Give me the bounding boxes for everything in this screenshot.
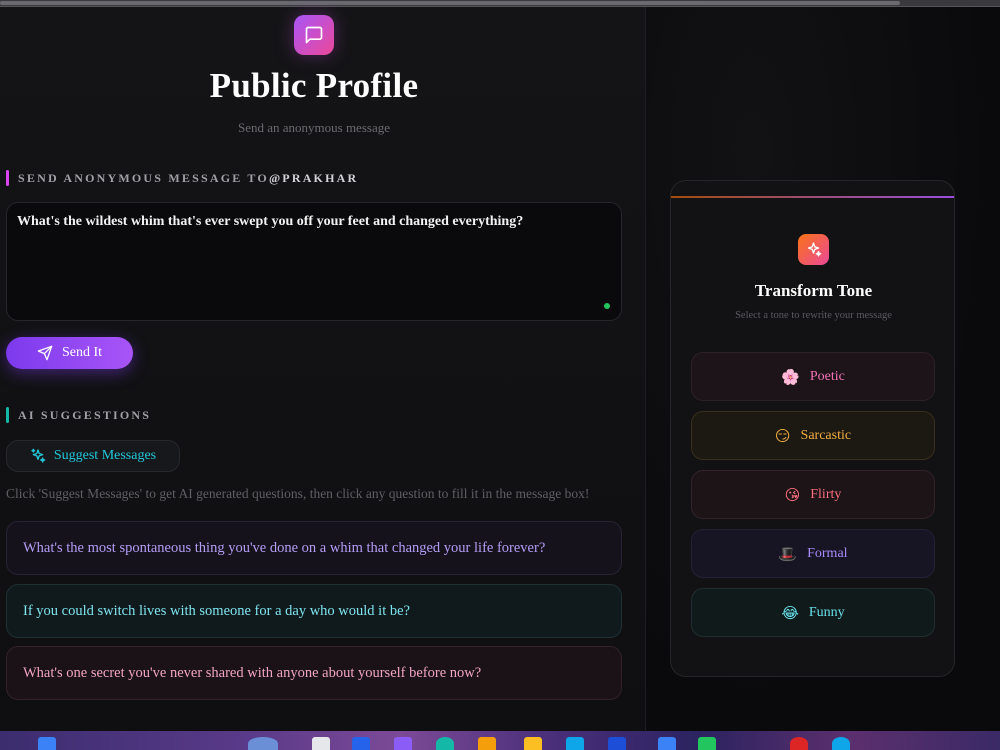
card-accent-line	[671, 196, 954, 198]
suggestion-item[interactable]: What's the most spontaneous thing you've…	[6, 521, 622, 575]
recipient-handle: @PRAKHAR	[268, 170, 359, 185]
page-title: Public Profile	[209, 66, 419, 105]
top-hat-icon: 🎩	[778, 544, 798, 563]
ai-suggestions-label: AI SUGGESTIONS	[6, 407, 151, 423]
smirk-icon: 😏	[774, 426, 791, 445]
taskbar-app-icon[interactable]	[436, 737, 454, 750]
laughing-face-icon: 😂	[781, 603, 799, 622]
taskbar-app-icon[interactable]	[832, 737, 850, 750]
taskbar-app-icon[interactable]	[248, 737, 278, 750]
taskbar-app-icon[interactable]	[478, 737, 496, 750]
tone-sarcastic-button[interactable]: 😏 Sarcastic	[691, 411, 935, 460]
ai-label-text: AI SUGGESTIONS	[18, 407, 152, 422]
taskbar-app-icon[interactable]	[790, 737, 808, 750]
send-button-label: Send It	[61, 345, 103, 360]
suggestion-text: What's the most spontaneous thing you've…	[23, 539, 546, 556]
sparkles-icon	[798, 234, 829, 265]
tone-label: Poetic	[809, 368, 845, 384]
flower-icon: 🌸	[781, 367, 800, 386]
suggestion-text: If you could switch lives with someone f…	[23, 602, 410, 619]
tone-label: Flirty	[810, 486, 842, 502]
taskbar-app-icon[interactable]	[608, 737, 626, 750]
tone-panel-subtitle: Select a tone to rewrite your message	[735, 310, 892, 321]
status-indicator	[604, 303, 610, 309]
taskbar-app-icon[interactable]	[698, 737, 716, 750]
message-square-icon	[294, 15, 334, 55]
message-textarea[interactable]: What's the wildest whim that's ever swep…	[6, 202, 622, 321]
os-taskbar	[0, 731, 1000, 750]
section-accent-bar	[6, 170, 9, 186]
taskbar-app-icon[interactable]	[394, 737, 412, 750]
page-subtitle: Send an anonymous message	[237, 120, 390, 135]
tone-flirty-button[interactable]: 😘 Flirty	[691, 470, 935, 519]
send-button[interactable]: Send It	[6, 337, 133, 369]
message-text: What's the wildest whim that's ever swep…	[17, 214, 524, 229]
tone-funny-button[interactable]: 😂 Funny	[691, 588, 935, 637]
browser-top-strip	[0, 0, 1000, 7]
tone-label: Sarcastic	[800, 427, 852, 443]
tone-label: Formal	[807, 545, 848, 561]
start-icon[interactable]	[38, 737, 56, 750]
suggestions-hint: Click 'Suggest Messages' to get AI gener…	[6, 486, 590, 501]
tone-formal-button[interactable]: 🎩 Formal	[691, 529, 935, 578]
taskbar-app-icon[interactable]	[312, 737, 330, 750]
send-message-label: SEND ANONYMOUS MESSAGE TO @PRAKHAR	[6, 170, 358, 186]
tone-poetic-button[interactable]: 🌸 Poetic	[691, 352, 935, 401]
sparkles-icon	[31, 448, 46, 463]
transform-tone-card: Transform Tone Select a tone to rewrite …	[670, 180, 955, 677]
suggestion-item[interactable]: If you could switch lives with someone f…	[6, 584, 622, 638]
tone-label: Funny	[808, 604, 845, 620]
send-label-text: SEND ANONYMOUS MESSAGE TO	[18, 170, 269, 185]
section-accent-bar	[6, 407, 9, 423]
taskbar-app-icon[interactable]	[658, 737, 676, 750]
tone-panel-title: Transform Tone	[754, 281, 873, 300]
taskbar-app-icon[interactable]	[524, 737, 542, 750]
horizontal-scrollbar[interactable]	[0, 1, 900, 5]
suggestion-item[interactable]: What's one secret you've never shared wi…	[6, 646, 622, 700]
suggest-messages-button[interactable]: Suggest Messages	[6, 440, 180, 472]
send-icon	[37, 345, 53, 361]
taskbar-app-icon[interactable]	[566, 737, 584, 750]
taskbar-app-icon[interactable]	[352, 737, 370, 750]
kiss-face-icon: 😘	[784, 485, 801, 504]
suggestion-text: What's one secret you've never shared wi…	[23, 664, 482, 681]
suggest-button-label: Suggest Messages	[53, 448, 157, 463]
